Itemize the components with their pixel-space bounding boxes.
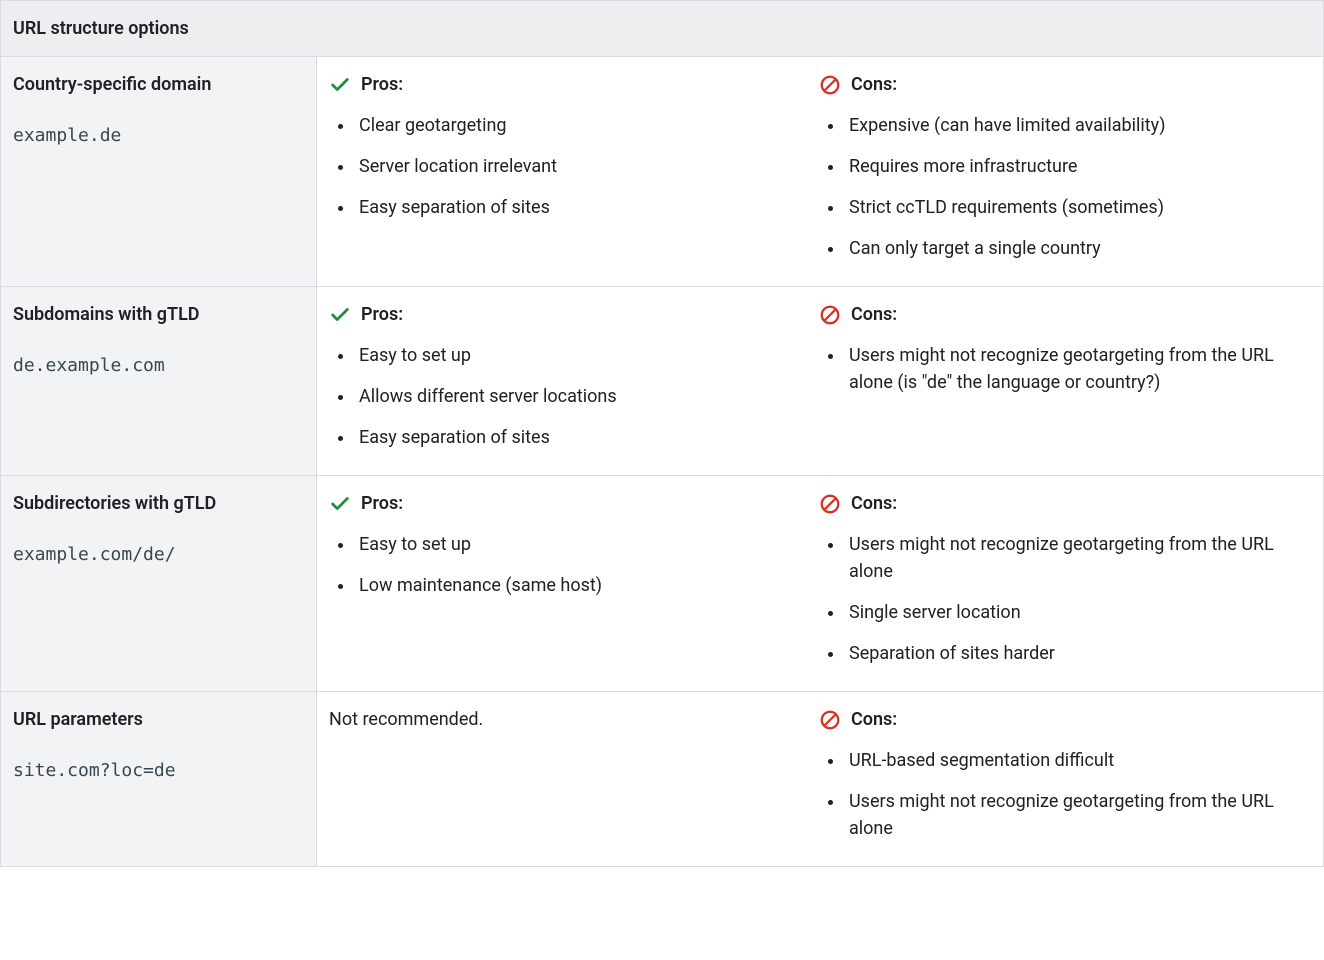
cons-cell: Cons: URL-based segmentation difficult Use… bbox=[807, 692, 1323, 866]
list-item: Easy to set up bbox=[355, 531, 795, 558]
prohibit-icon bbox=[819, 493, 841, 515]
cons-header: Cons: bbox=[819, 490, 1311, 517]
prohibit-icon bbox=[819, 74, 841, 96]
option-cell: URL parameters site.com?loc=de bbox=[1, 692, 317, 866]
pros-cell: Pros: Easy to set up Allows different serv… bbox=[317, 287, 807, 475]
pros-label: Pros: bbox=[361, 71, 403, 98]
list-item: Allows different server locations bbox=[355, 383, 795, 410]
cons-list: Users might not recognize geotargeting f… bbox=[819, 531, 1311, 667]
pros-label: Pros: bbox=[361, 490, 403, 517]
cons-label: Cons: bbox=[851, 301, 897, 328]
option-title: Subdirectories with gTLD bbox=[13, 490, 304, 517]
table-row: Subdomains with gTLD de.example.com Pros: E… bbox=[1, 287, 1323, 476]
table-row: URL parameters site.com?loc=de Not recomme… bbox=[1, 692, 1323, 866]
pros-label: Pros: bbox=[361, 301, 403, 328]
list-item: Easy separation of sites bbox=[355, 194, 795, 221]
url-structure-table: URL structure options Country-specific d… bbox=[0, 0, 1324, 867]
option-cell: Country-specific domain example.de bbox=[1, 57, 317, 286]
list-item: URL-based segmentation difficult bbox=[845, 747, 1311, 774]
list-item: Users might not recognize geotargeting f… bbox=[845, 531, 1311, 585]
list-item: Easy separation of sites bbox=[355, 424, 795, 451]
list-item: Server location irrelevant bbox=[355, 153, 795, 180]
check-icon bbox=[329, 304, 351, 326]
option-title: Subdomains with gTLD bbox=[13, 301, 304, 328]
pros-header: Pros: bbox=[329, 71, 795, 98]
prohibit-icon bbox=[819, 709, 841, 731]
list-item: Requires more infrastructure bbox=[845, 153, 1311, 180]
table-title: URL structure options bbox=[1, 1, 1323, 56]
pros-cell: Pros: Clear geotargeting Server location i… bbox=[317, 57, 807, 286]
check-icon bbox=[329, 493, 351, 515]
cons-cell: Cons: Expensive (can have limited availab… bbox=[807, 57, 1323, 286]
pros-header: Pros: bbox=[329, 490, 795, 517]
prohibit-icon bbox=[819, 304, 841, 326]
cons-label: Cons: bbox=[851, 490, 897, 517]
cons-list: Users might not recognize geotargeting f… bbox=[819, 342, 1311, 396]
pros-cell: Pros: Easy to set up Low maintenance (same… bbox=[317, 476, 807, 691]
check-icon bbox=[329, 74, 351, 96]
option-cell: Subdomains with gTLD de.example.com bbox=[1, 287, 317, 475]
table-row: Country-specific domain example.de Pros: Cl… bbox=[1, 57, 1323, 287]
cons-list: Expensive (can have limited availability… bbox=[819, 112, 1311, 262]
option-example: example.de bbox=[13, 122, 304, 149]
cons-header: Cons: bbox=[819, 71, 1311, 98]
pros-list: Easy to set up Allows different server lo… bbox=[329, 342, 795, 451]
cons-list: URL-based segmentation difficult Users mi… bbox=[819, 747, 1311, 842]
cons-header: Cons: bbox=[819, 706, 1311, 733]
option-example: example.com/de/ bbox=[13, 541, 304, 568]
list-item: Easy to set up bbox=[355, 342, 795, 369]
cons-label: Cons: bbox=[851, 706, 897, 733]
list-item: Low maintenance (same host) bbox=[355, 572, 795, 599]
cons-cell: Cons: Users might not recognize geotarget… bbox=[807, 476, 1323, 691]
table-header-row: URL structure options bbox=[1, 1, 1323, 57]
option-cell: Subdirectories with gTLD example.com/de/ bbox=[1, 476, 317, 691]
list-item: Users might not recognize geotargeting f… bbox=[845, 342, 1311, 396]
table-row: Subdirectories with gTLD example.com/de/P… bbox=[1, 476, 1323, 692]
option-example: site.com?loc=de bbox=[13, 757, 304, 784]
option-title: URL parameters bbox=[13, 706, 304, 733]
option-example: de.example.com bbox=[13, 352, 304, 379]
list-item: Separation of sites harder bbox=[845, 640, 1311, 667]
cons-header: Cons: bbox=[819, 301, 1311, 328]
pros-header: Pros: bbox=[329, 301, 795, 328]
list-item: Expensive (can have limited availability… bbox=[845, 112, 1311, 139]
pros-list: Clear geotargeting Server location irrele… bbox=[329, 112, 795, 221]
pros-text: Not recommended. bbox=[329, 706, 795, 733]
pros-list: Easy to set up Low maintenance (same host… bbox=[329, 531, 795, 599]
list-item: Single server location bbox=[845, 599, 1311, 626]
list-item: Clear geotargeting bbox=[355, 112, 795, 139]
option-title: Country-specific domain bbox=[13, 71, 304, 98]
cons-cell: Cons: Users might not recognize geotarget… bbox=[807, 287, 1323, 475]
cons-label: Cons: bbox=[851, 71, 897, 98]
list-item: Strict ccTLD requirements (sometimes) bbox=[845, 194, 1311, 221]
list-item: Users might not recognize geotargeting f… bbox=[845, 788, 1311, 842]
pros-cell: Not recommended. bbox=[317, 692, 807, 866]
list-item: Can only target a single country bbox=[845, 235, 1311, 262]
